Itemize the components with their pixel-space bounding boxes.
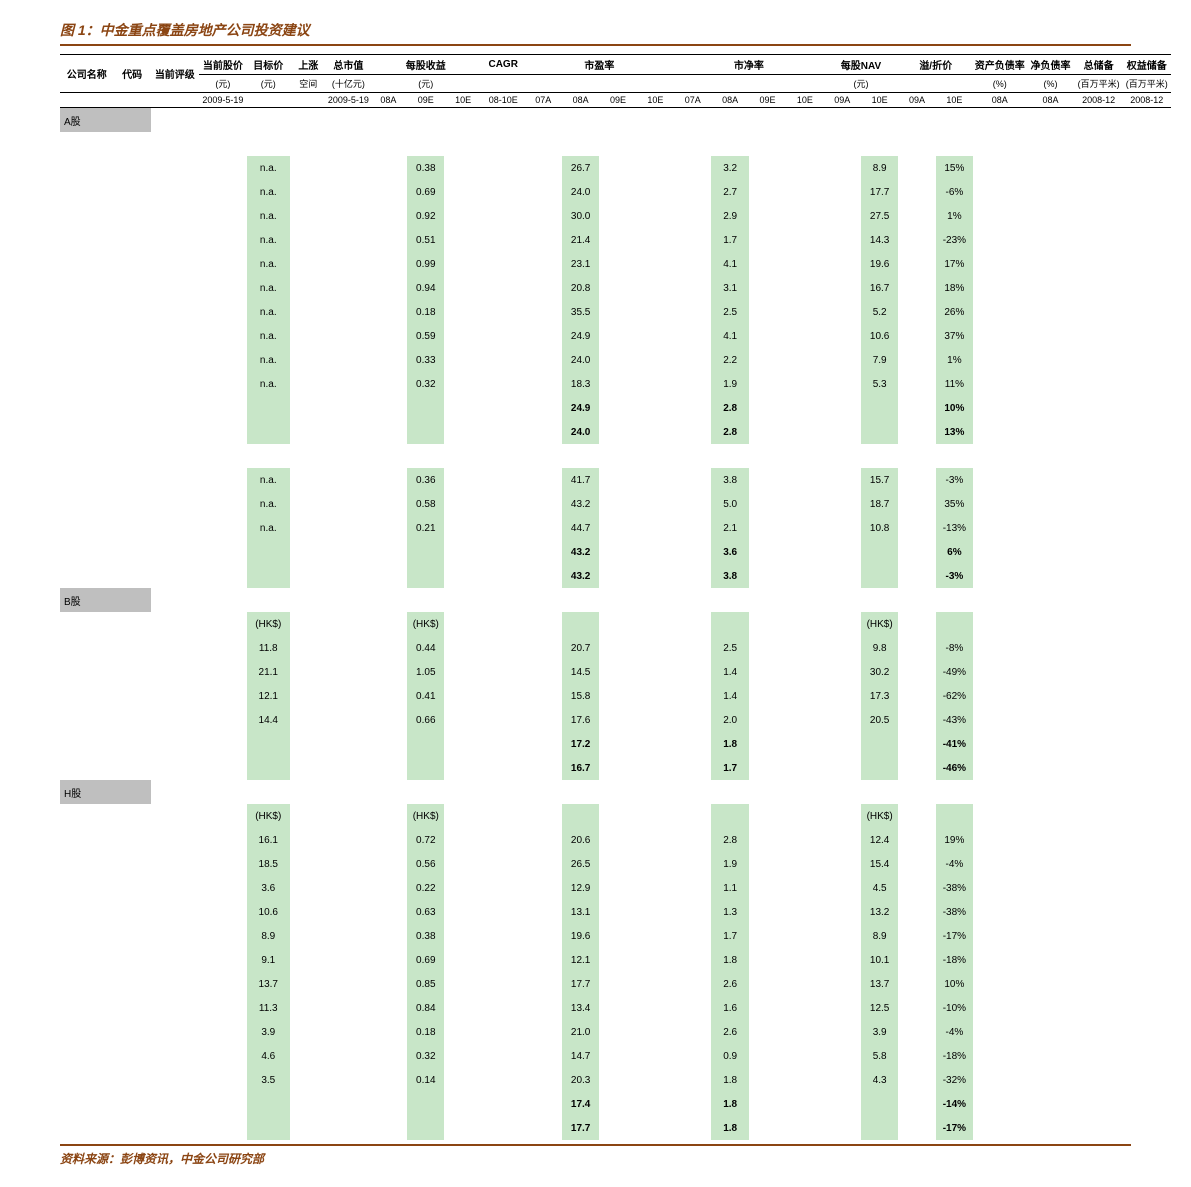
table-row: n.a.0.3324.02.27.91% xyxy=(60,348,1171,372)
table-row: 4.60.3214.70.95.8-18% xyxy=(60,1044,1171,1068)
table-row: 16.10.7220.62.812.419% xyxy=(60,828,1171,852)
table-row: n.a.0.9420.83.116.718% xyxy=(60,276,1171,300)
table-row: n.a.0.1835.52.55.226% xyxy=(60,300,1171,324)
table-row: 8.90.3819.61.78.9-17% xyxy=(60,924,1171,948)
table-row: n.a.0.2144.72.110.8-13% xyxy=(60,516,1171,540)
table-row: n.a.0.3218.31.95.311% xyxy=(60,372,1171,396)
table-row: 11.30.8413.41.612.5-10% xyxy=(60,996,1171,1020)
hdr-landbank: 总储备 xyxy=(1075,55,1123,75)
hdr-company: 公司名称 xyxy=(60,55,113,93)
table-row: n.a.0.3641.73.815.7-3% xyxy=(60,468,1171,492)
hdr-rating: 当前评级 xyxy=(151,55,199,93)
table-row: 3.60.2212.91.14.5-38% xyxy=(60,876,1171,900)
hdr-cagr: CAGR xyxy=(482,55,525,75)
section-label: A股 xyxy=(60,108,151,133)
table-row: 24.92.810% xyxy=(60,396,1171,420)
table-row: 12.10.4115.81.417.3-62% xyxy=(60,684,1171,708)
investment-table: 公司名称 代码 当前评级 当前股价 目标价 上涨 总市值 每股收益 CAGR 市… xyxy=(60,54,1171,1140)
table-row: n.a.0.5121.41.714.3-23% xyxy=(60,228,1171,252)
hdr-eqlandbank: 权益储备 xyxy=(1123,55,1171,75)
table-row: 10.60.6313.11.313.2-38% xyxy=(60,900,1171,924)
table-row: n.a.0.9923.14.119.617% xyxy=(60,252,1171,276)
table-row: n.a.0.5843.25.018.735% xyxy=(60,492,1171,516)
table-row: 14.40.6617.62.020.5-43% xyxy=(60,708,1171,732)
table-body: A股 n.a.0.3826.73.28.915%n.a.0.6924.02.717… xyxy=(60,108,1171,1141)
table-header: 公司名称 代码 当前评级 当前股价 目标价 上涨 总市值 每股收益 CAGR 市… xyxy=(60,55,1171,108)
table-row: n.a.0.3826.73.28.915% xyxy=(60,156,1171,180)
footer-divider xyxy=(60,1144,1131,1146)
table-row: 3.90.1821.02.63.9-4% xyxy=(60,1020,1171,1044)
source-footer: 资料来源：彭博资讯，中金公司研究部 xyxy=(60,1150,1171,1167)
hdr-nav: 每股NAV xyxy=(824,55,899,75)
table-row: 3.50.1420.31.84.3-32% xyxy=(60,1068,1171,1092)
table-row: 16.71.7-46% xyxy=(60,756,1171,780)
hdr-prem: 溢/折价 xyxy=(898,55,973,75)
hdr-tgtprice: 目标价 xyxy=(247,55,290,75)
table-row: n.a.0.9230.02.927.51% xyxy=(60,204,1171,228)
hdr-code: 代码 xyxy=(113,55,150,93)
table-row: 18.50.5626.51.915.4-4% xyxy=(60,852,1171,876)
figure-caption: 图 1：中金重点覆盖房地产公司投资建议 xyxy=(60,20,1171,40)
table-row: 13.70.8517.72.613.710% xyxy=(60,972,1171,996)
table-row: 9.10.6912.11.810.1-18% xyxy=(60,948,1171,972)
section-label: B股 xyxy=(60,588,151,612)
table-row: 17.41.8-14% xyxy=(60,1092,1171,1116)
table-row: 17.71.8-17% xyxy=(60,1116,1171,1140)
caption-divider xyxy=(60,44,1131,46)
hdr-mktcap: 总市值 xyxy=(327,55,370,75)
table-row: 11.80.4420.72.59.8-8% xyxy=(60,636,1171,660)
section-label: H股 xyxy=(60,780,151,804)
table-row: 21.11.0514.51.430.2-49% xyxy=(60,660,1171,684)
table-row: n.a.0.6924.02.717.7-6% xyxy=(60,180,1171,204)
hdr-pb: 市净率 xyxy=(674,55,824,75)
hdr-assetdebt: 资产负债率 xyxy=(973,55,1026,75)
table-row: 17.21.8-41% xyxy=(60,732,1171,756)
table-row: 43.23.66% xyxy=(60,540,1171,564)
hdr-eps: 每股收益 xyxy=(370,55,482,75)
hdr-curprice: 当前股价 xyxy=(199,55,247,75)
table-row: 24.02.813% xyxy=(60,420,1171,444)
table-row: n.a.0.5924.94.110.637% xyxy=(60,324,1171,348)
hdr-netdebt: 净负债率 xyxy=(1026,55,1074,75)
hdr-pe: 市盈率 xyxy=(525,55,675,75)
table-row: 43.23.8-3% xyxy=(60,564,1171,588)
hdr-upside: 上涨 xyxy=(290,55,327,75)
